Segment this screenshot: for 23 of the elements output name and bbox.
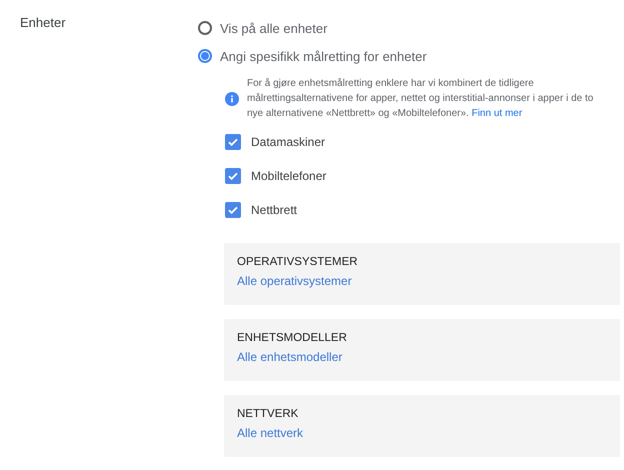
panel-link[interactable]: Alle operativsystemer [237, 274, 352, 288]
checkbox-label[interactable]: Datamaskiner [251, 135, 326, 149]
section-label: Enheter [20, 14, 67, 32]
radio-button[interactable] [198, 49, 212, 63]
checkbox[interactable] [225, 168, 241, 184]
radio-button[interactable] [198, 21, 212, 35]
checkbox-label[interactable]: Mobiltelefoner [251, 169, 326, 183]
checkbox-label[interactable]: Nettbrett [251, 203, 298, 217]
learn-more-link[interactable]: Finn ut mer [472, 108, 522, 119]
panel-link[interactable]: Alle nettverk [237, 426, 304, 440]
check-icon [227, 136, 239, 148]
panel-link[interactable]: Alle enhetsmodeller [237, 350, 342, 364]
checkbox[interactable] [225, 202, 241, 218]
info-icon [225, 92, 239, 106]
option-label[interactable]: Vis på alle enheter [220, 20, 328, 36]
check-icon [227, 170, 239, 182]
option-label[interactable]: Angi spesifikk målretting for enheter [220, 48, 427, 64]
panel-title: NETTVERK [237, 408, 298, 420]
checkbox[interactable] [225, 134, 241, 150]
check-icon [227, 204, 239, 216]
panel-title: OPERATIVSYSTEMER [237, 256, 358, 268]
info-text: For å gjøre enhetsmålretting enklere har vi kombinert de tidligere målrettingsalternativene for apper, nettet og interstitial-annonser i apper i de to nye alternativene «Nettbrett» og «Mobiltelefoner». Finn ut mer [247, 77, 594, 121]
panel-title: ENHETSMODELLER [237, 332, 347, 344]
